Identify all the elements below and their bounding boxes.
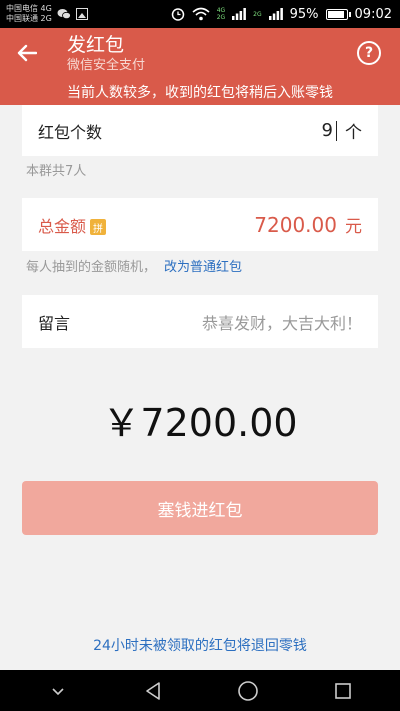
network-type-2: 2G (253, 11, 261, 18)
circle-home-icon (237, 680, 258, 701)
back-arrow-icon (17, 44, 37, 62)
status-left: 中国电信 4G 中国联通 2G (6, 4, 88, 24)
packet-count-input[interactable]: 9 (322, 120, 337, 141)
packet-count-label: 红包个数 (38, 122, 103, 142)
back-button[interactable] (14, 40, 40, 66)
clock: 09:02 (354, 6, 392, 22)
packet-count-field[interactable]: 9 个 (322, 118, 362, 143)
signal-icon (232, 8, 247, 20)
notice-banner: 当前人数较多，收到的红包将稍后入账零钱 (0, 79, 400, 105)
battery-icon (325, 8, 351, 20)
refund-note: 24小时未被领取的红包将退回零钱 (93, 638, 307, 654)
total-amount-field[interactable]: 7200.00 元 (254, 212, 362, 238)
group-members-hint: 本群共7人 (26, 164, 87, 179)
net-bottom-label: 2G (216, 14, 226, 21)
status-right: 4G 2G 2G 95% 09:02 (171, 7, 392, 22)
nav-recents-button[interactable] (323, 676, 363, 706)
total-amount-row[interactable]: 总金额拼 7200.00 元 (22, 198, 378, 251)
network-type-1: 4G 2G (217, 7, 225, 21)
message-label: 留言 (38, 313, 71, 333)
random-amount-hint: 每人抽到的金额随机， 改为普通红包 (26, 256, 242, 275)
title-bar: 发红包 微信安全支付 ? (0, 28, 400, 79)
send-packet-button[interactable]: 塞钱进红包 (22, 481, 378, 535)
wifi-icon (192, 7, 210, 21)
chevron-down-icon (51, 687, 64, 695)
nav-back-button[interactable] (133, 676, 173, 706)
collapse-button[interactable] (38, 676, 78, 706)
total-amount-label-text: 总金额 (38, 216, 87, 236)
signal-2-icon (268, 8, 283, 20)
square-recents-icon (334, 682, 351, 699)
wechat-icon (57, 8, 71, 20)
total-amount-label: 总金额拼 (38, 213, 107, 237)
carrier-info: 中国电信 4G 中国联通 2G (6, 4, 52, 24)
net-top-label: 4G (216, 7, 226, 14)
help-icon: ? (364, 45, 374, 61)
page-subtitle: 微信安全支付 (67, 58, 146, 73)
image-icon (75, 8, 88, 20)
help-button[interactable]: ? (357, 41, 381, 65)
navigation-bar (0, 670, 400, 711)
packet-count-row[interactable]: 红包个数 9 个 (22, 105, 378, 156)
nav-home-button[interactable] (228, 676, 268, 706)
battery-percent: 95% (289, 6, 319, 22)
alarm-icon (171, 7, 185, 21)
battery-fill (327, 10, 344, 18)
page-title: 发红包 (67, 34, 125, 56)
total-amount-unit: 元 (345, 217, 362, 237)
message-input[interactable]: 恭喜发财，大吉大利！ (202, 310, 362, 334)
total-amount-input[interactable]: 7200.00 (254, 213, 337, 237)
net2-top-label: 2G (253, 10, 262, 18)
title-group: 发红包 微信安全支付 (67, 33, 145, 75)
random-amount-text: 每人抽到的金额随机， (26, 260, 157, 275)
message-row[interactable]: 留言 恭喜发财，大吉大利！ (22, 295, 378, 348)
switch-to-normal-link[interactable]: 改为普通红包 (164, 260, 242, 275)
random-badge-icon: 拼 (90, 219, 107, 235)
amount-display: ￥7200.00 (102, 401, 298, 445)
triangle-back-icon (145, 681, 160, 700)
carrier-1: 中国电信 4G (6, 4, 52, 13)
packet-count-unit: 个 (345, 123, 362, 143)
status-bar: 中国电信 4G 中国联通 2G 4G 2G 2G 95% 09:02 (0, 0, 400, 28)
carrier-2: 中国联通 2G (6, 14, 52, 23)
